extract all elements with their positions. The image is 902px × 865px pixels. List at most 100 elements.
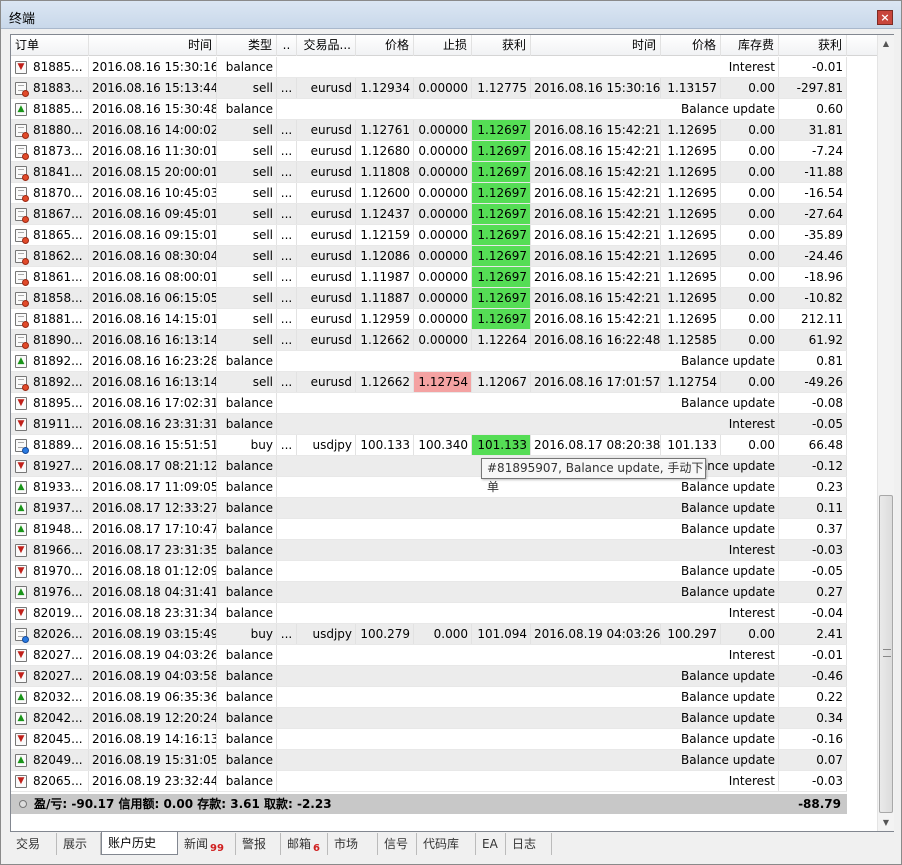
scroll-down-icon[interactable]: ▼ bbox=[878, 814, 894, 831]
table-row[interactable]: 81858... 2016.08.16 06:15:05 sell... eurusd… bbox=[11, 288, 847, 309]
cell-swap: 0.00 bbox=[721, 225, 779, 245]
table-row[interactable]: 81881... 2016.08.16 14:15:01 sell... eurusd… bbox=[11, 309, 847, 330]
arrow-down-red-icon: ▼ bbox=[15, 460, 27, 473]
table-row[interactable]: 81873... 2016.08.16 11:30:01 sell... eurusd… bbox=[11, 141, 847, 162]
close-icon[interactable]: × bbox=[877, 10, 893, 25]
table-row[interactable]: 81865... 2016.08.16 09:15:01 sell... eurusd… bbox=[11, 225, 847, 246]
column-header-order[interactable]: 订单 bbox=[11, 35, 89, 56]
tab-label: 日志 bbox=[512, 837, 537, 851]
tab-label: 代码库 bbox=[423, 837, 460, 851]
tab-8[interactable]: 代码库 bbox=[417, 833, 476, 855]
cell-size: ... bbox=[277, 435, 297, 455]
column-header-open_time[interactable]: 时间 bbox=[89, 35, 217, 56]
tab-0[interactable]: 交易 bbox=[10, 833, 57, 855]
tab-5[interactable]: 邮箱 6 bbox=[281, 833, 328, 855]
tab-4[interactable]: 警报 bbox=[236, 833, 281, 855]
cell-type: balance bbox=[217, 771, 277, 791]
table-row[interactable]: 81870... 2016.08.16 10:45:03 sell... eurusd… bbox=[11, 183, 847, 204]
tab-2[interactable]: 账户历史 bbox=[101, 832, 178, 855]
scroll-thumb[interactable] bbox=[879, 495, 893, 813]
cell-type: balance bbox=[217, 582, 277, 602]
order-cell: ▲ 82049... bbox=[11, 750, 89, 770]
table-row[interactable]: ▲ 82032... 2016.08.19 06:35:36 balance Balan… bbox=[11, 687, 847, 708]
table-row[interactable]: 81861... 2016.08.16 08:00:01 sell... eurusd… bbox=[11, 267, 847, 288]
table-row[interactable]: ▼ 81970... 2016.08.18 01:12:09 balance Balan… bbox=[11, 561, 847, 582]
table-row[interactable]: 81867... 2016.08.16 09:45:01 sell... eurusd… bbox=[11, 204, 847, 225]
column-header-type[interactable]: 类型 bbox=[217, 35, 277, 56]
column-header-symbol[interactable]: 交易品... bbox=[297, 35, 356, 56]
sell-order-icon bbox=[15, 187, 29, 202]
cell-open_time: 2016.08.18 23:31:34 bbox=[89, 603, 217, 623]
title-bar[interactable]: 终端 × bbox=[1, 1, 901, 29]
order-number: 81892... bbox=[33, 375, 83, 389]
cell-comment: Interest bbox=[277, 57, 779, 77]
table-row[interactable]: ▲ 81933... 2016.08.17 11:09:05 balance Balan… bbox=[11, 477, 847, 498]
tab-1[interactable]: 展示 bbox=[57, 833, 101, 855]
cell-close_time: 2016.08.16 15:42:21 bbox=[531, 183, 661, 203]
table-row[interactable]: 81880... 2016.08.16 14:00:02 sell... eurusd… bbox=[11, 120, 847, 141]
table-row[interactable]: ▼ 82045... 2016.08.19 14:16:13 balance Balan… bbox=[11, 729, 847, 750]
tab-3[interactable]: 新闻 99 bbox=[178, 833, 236, 855]
cell-open_time: 2016.08.16 16:13:14 bbox=[89, 330, 217, 350]
table-row[interactable]: ▼ 81885... 2016.08.16 15:30:16 balance Inter… bbox=[11, 57, 847, 78]
table-row[interactable]: ▲ 81976... 2016.08.18 04:31:41 balance Balan… bbox=[11, 582, 847, 603]
table-row[interactable]: ▼ 81895... 2016.08.16 17:02:31 balance Balan… bbox=[11, 393, 847, 414]
table-row[interactable]: ▲ 82042... 2016.08.19 12:20:24 balance Balan… bbox=[11, 708, 847, 729]
cell-open_time: 2016.08.16 11:30:01 bbox=[89, 141, 217, 161]
table-row[interactable]: 81890... 2016.08.16 16:13:14 sell... eurusd… bbox=[11, 330, 847, 351]
order-number: 81862... bbox=[33, 249, 83, 263]
order-number: 81883... bbox=[33, 81, 83, 95]
table-row[interactable]: 81883... 2016.08.16 15:13:44 sell... eurusd… bbox=[11, 78, 847, 99]
tab-10[interactable]: 日志 bbox=[506, 833, 552, 855]
table-row[interactable]: 81862... 2016.08.16 08:30:04 sell... eurusd… bbox=[11, 246, 847, 267]
column-header-close_price[interactable]: 价格 bbox=[661, 35, 721, 56]
tab-7[interactable]: 信号 bbox=[378, 833, 417, 855]
column-header-profit[interactable]: 获利 bbox=[779, 35, 847, 56]
table-row[interactable]: ▲ 82049... 2016.08.19 15:31:05 balance Balan… bbox=[11, 750, 847, 771]
table-row[interactable]: ▼ 81966... 2016.08.17 23:31:35 balance Inter… bbox=[11, 540, 847, 561]
table-row[interactable]: 81889... 2016.08.16 15:51:51 buy... usdjpy 1… bbox=[11, 435, 847, 456]
table-row[interactable]: ▼ 82027... 2016.08.19 04:03:58 balance Balan… bbox=[11, 666, 847, 687]
cell-price: 1.11987 bbox=[356, 267, 414, 287]
table-row[interactable]: ▲ 81885... 2016.08.16 15:30:48 balance Balan… bbox=[11, 99, 847, 120]
arrow-down-red-icon: ▼ bbox=[15, 733, 27, 746]
table-row[interactable]: ▲ 81937... 2016.08.17 12:33:27 balance Balan… bbox=[11, 498, 847, 519]
cell-profit: 0.60 bbox=[779, 99, 847, 119]
table-row[interactable]: ▼ 82027... 2016.08.19 04:03:26 balance Inter… bbox=[11, 645, 847, 666]
cell-profit: 0.11 bbox=[779, 498, 847, 518]
vertical-scrollbar[interactable]: ▲ ▼ bbox=[877, 35, 894, 831]
table-row[interactable]: 81892... 2016.08.16 16:13:14 sell... eurusd… bbox=[11, 372, 847, 393]
cell-open_time: 2016.08.16 23:31:31 bbox=[89, 414, 217, 434]
order-cell: ▲ 81937... bbox=[11, 498, 89, 518]
cell-swap: 0.00 bbox=[721, 309, 779, 329]
table-row[interactable]: 81841... 2016.08.15 20:00:01 sell... eurusd… bbox=[11, 162, 847, 183]
scroll-up-icon[interactable]: ▲ bbox=[878, 35, 894, 52]
table-row[interactable]: ▼ 81911... 2016.08.16 23:31:31 balance Inter… bbox=[11, 414, 847, 435]
column-header-sl[interactable]: 止损 bbox=[414, 35, 472, 56]
tab-6[interactable]: 市场 bbox=[328, 833, 378, 855]
table-row[interactable]: ▲ 81948... 2016.08.17 17:10:47 balance Balan… bbox=[11, 519, 847, 540]
order-cell: 81889... bbox=[11, 435, 89, 455]
order-cell: 81892... bbox=[11, 372, 89, 392]
tab-badge: 6 bbox=[313, 843, 320, 854]
table-row[interactable]: ▼ 82019... 2016.08.18 23:31:34 balance Inter… bbox=[11, 603, 847, 624]
table-row[interactable]: ▲ 81892... 2016.08.16 16:23:28 balance Balan… bbox=[11, 351, 847, 372]
column-header-swap[interactable]: 库存费 bbox=[721, 35, 779, 56]
table-row[interactable]: ▼ 82065... 2016.08.19 23:32:44 balance Inter… bbox=[11, 771, 847, 792]
column-header-size[interactable]: .. bbox=[277, 35, 297, 56]
cell-swap: 0.00 bbox=[721, 246, 779, 266]
tab-9[interactable]: EA bbox=[476, 833, 506, 855]
cell-tp: 1.12697 bbox=[472, 225, 531, 245]
column-header-tp[interactable]: 获利 bbox=[472, 35, 531, 56]
table-row[interactable]: ▼ 81927... 2016.08.17 08:21:12 balance Balan… bbox=[11, 456, 847, 477]
cell-open_time: 2016.08.17 17:10:47 bbox=[89, 519, 217, 539]
cell-profit: -0.03 bbox=[779, 771, 847, 791]
cell-swap: 0.00 bbox=[721, 162, 779, 182]
cell-profit: -24.46 bbox=[779, 246, 847, 266]
column-header-close_time[interactable]: 时间 / bbox=[531, 35, 661, 56]
cell-comment: Balance update bbox=[277, 99, 779, 119]
cell-close_time: 2016.08.16 15:42:21 bbox=[531, 288, 661, 308]
cell-profit: -0.08 bbox=[779, 393, 847, 413]
table-row[interactable]: 82026... 2016.08.19 03:15:49 buy... usdjpy 1… bbox=[11, 624, 847, 645]
column-header-price[interactable]: 价格 bbox=[356, 35, 414, 56]
